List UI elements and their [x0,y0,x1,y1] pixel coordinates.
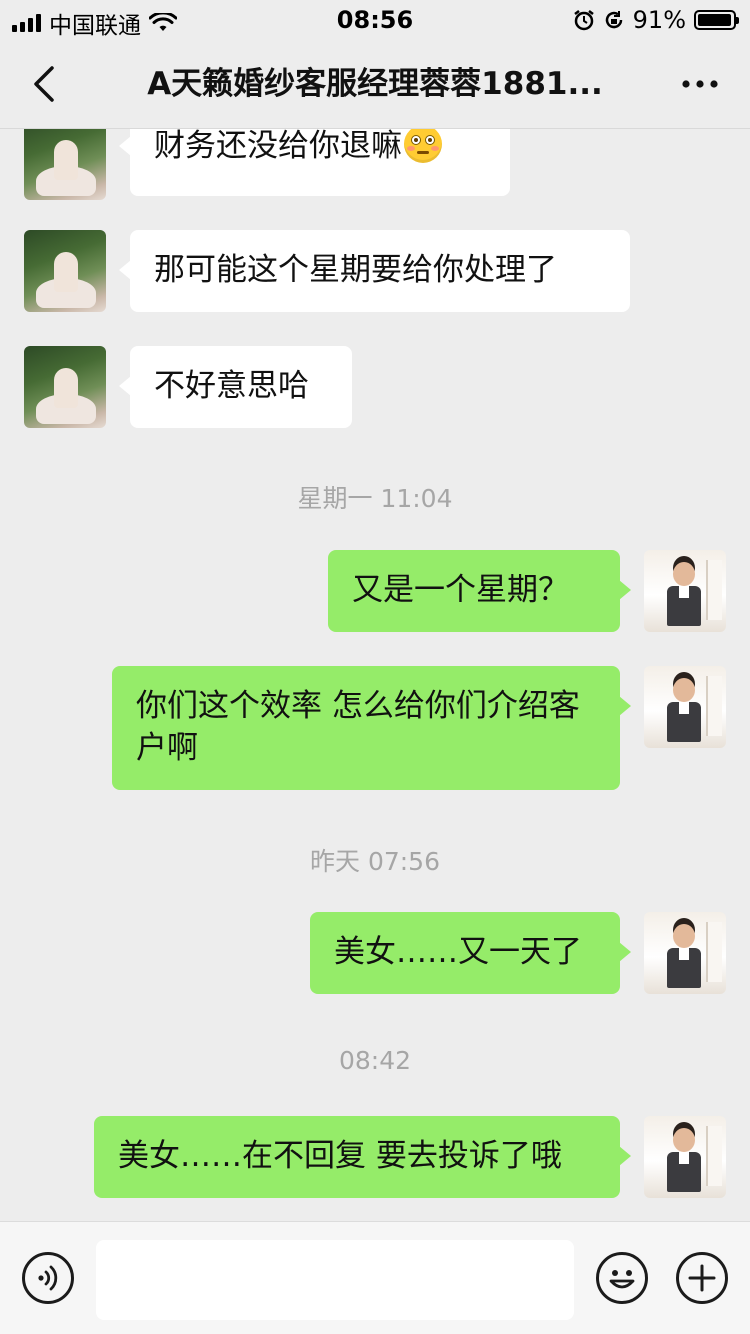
status-bar: 中国联通 08:56 91% [0,0,750,40]
chat-screen: 中国联通 08:56 91% A天籁婚纱客服经理蓉蓉1881... 财务还没给你… [0,0,750,1334]
timestamp: 星期一 11:04 [297,484,453,513]
contact-avatar[interactable] [24,230,106,312]
voice-icon[interactable] [22,1252,74,1304]
outgoing-bubble[interactable]: 美女……在不回复 要去投诉了哦 [94,1116,631,1198]
nav-bar: A天籁婚纱客服经理蓉蓉1881... [0,40,750,129]
message-text: 那可能这个星期要给你处理了 [154,252,557,288]
input-bar [0,1221,750,1334]
user-avatar[interactable] [644,666,726,748]
plus-icon[interactable] [676,1252,728,1304]
message-text: 财务还没给你退嘛 [154,129,402,164]
message-text: 美女……又一天了 [334,934,582,970]
contact-avatar[interactable] [24,129,106,200]
back-button[interactable] [24,62,64,106]
message-text: 不好意思哈 [154,368,309,404]
user-avatar[interactable] [644,912,726,994]
message-text: 又是一个星期？ [352,572,569,608]
battery-percent: 91% [632,6,686,34]
alarm-icon [573,10,594,31]
outgoing-bubble[interactable]: 又是一个星期？ [328,550,631,632]
chat-title: A天籁婚纱客服经理蓉蓉1881... [147,66,603,102]
message-list[interactable]: 财务还没给你退嘛 那可能这个星期要给你处理了 不好意思哈 星期一 11:04 又… [0,129,750,1221]
message-text: 你们这个效率 怎么给你们介绍客户啊 [136,688,580,766]
timestamp: 昨天 07:56 [310,847,440,876]
incoming-bubble[interactable]: 那可能这个星期要给你处理了 [119,230,630,312]
incoming-bubble[interactable]: 不好意思哈 [119,346,352,428]
emoji-icon[interactable] [596,1252,648,1304]
battery-icon [694,10,739,30]
incoming-bubble[interactable]: 财务还没给你退嘛 [119,129,510,196]
timestamp: 08:42 [338,1046,412,1075]
user-avatar[interactable] [644,550,726,632]
user-avatar[interactable] [644,1116,726,1198]
rotation-lock-icon [605,11,622,29]
more-dots-icon[interactable] [680,70,720,98]
contact-avatar[interactable] [24,346,106,428]
message-input[interactable] [96,1240,574,1320]
outgoing-bubble[interactable]: 美女……又一天了 [310,912,631,994]
message-text: 美女……在不回复 要去投诉了哦 [118,1138,562,1174]
outgoing-bubble[interactable]: 你们这个效率 怎么给你们介绍客户啊 [112,666,631,790]
status-right: 91% [573,6,739,34]
flushed-face-icon [404,129,442,163]
